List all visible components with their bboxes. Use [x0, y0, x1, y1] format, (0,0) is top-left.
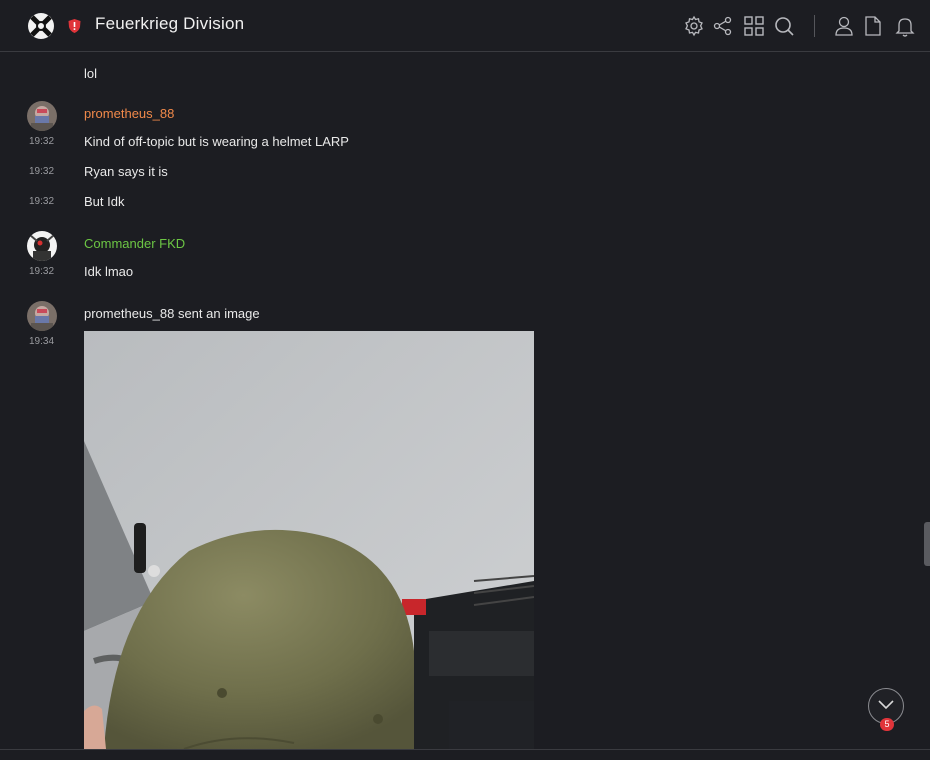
top-bar: Feuerkrieg Division — [0, 0, 930, 52]
message-text: Kind of off-topic but is wearing a helme… — [84, 134, 349, 149]
shield-icon — [67, 18, 82, 34]
message-list: lol prometheus_88 19:32 Kind of off-topi… — [0, 53, 930, 749]
image-attachment[interactable] — [84, 331, 534, 749]
message-author[interactable]: Commander FKD — [84, 236, 185, 251]
unread-count-badge: 5 — [880, 718, 894, 731]
members-icon[interactable] — [833, 15, 855, 37]
server-name: Feuerkrieg Division — [95, 14, 245, 33]
apps-grid-icon[interactable] — [743, 15, 765, 37]
scrollbar-thumb[interactable] — [924, 522, 930, 566]
message-text: prometheus_88 sent an image — [84, 306, 260, 321]
toolbar-divider — [814, 15, 815, 37]
message-text: Idk lmao — [84, 264, 134, 279]
notifications-icon[interactable] — [894, 15, 916, 37]
message-text: lol — [84, 66, 98, 81]
message-text: But Idk — [84, 194, 125, 209]
message-author[interactable]: prometheus_88 — [84, 106, 174, 121]
message-text: Ryan says it is — [84, 164, 168, 179]
message-time: 19:32 — [29, 166, 55, 177]
avatar[interactable] — [27, 101, 57, 131]
composer-bar — [0, 750, 930, 760]
settings-icon[interactable] — [683, 15, 705, 37]
message-time: 19:32 — [29, 136, 55, 147]
files-icon[interactable] — [862, 15, 884, 37]
avatar[interactable] — [27, 231, 57, 261]
server-logo[interactable] — [27, 12, 55, 40]
message-time: 19:32 — [29, 266, 55, 277]
share-icon[interactable] — [712, 15, 734, 37]
message-time: 19:32 — [29, 196, 55, 207]
message-time: 19:34 — [29, 336, 55, 347]
avatar[interactable] — [27, 301, 57, 331]
search-icon[interactable] — [773, 15, 795, 37]
